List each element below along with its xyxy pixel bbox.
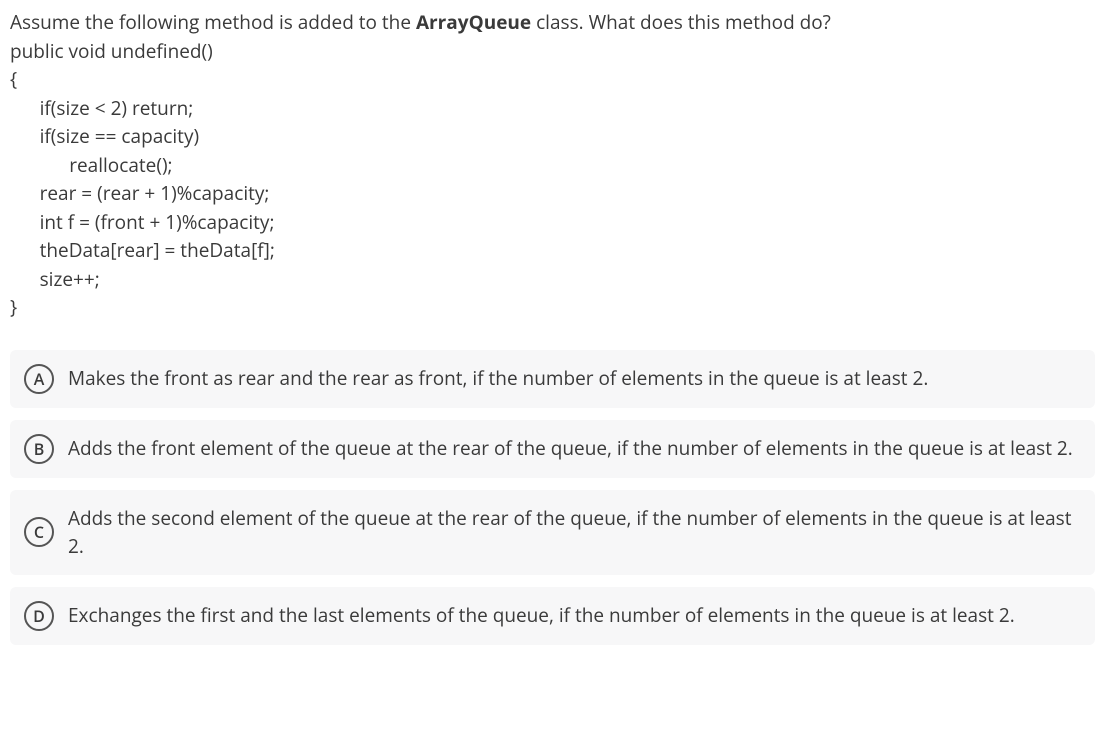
question-intro-post: class. What does this method do? — [531, 9, 831, 35]
option-b[interactable]: B Adds the front element of the queue at… — [10, 420, 1095, 478]
option-a[interactable]: A Makes the front as rear and the rear a… — [10, 350, 1095, 408]
question-bold-class: ArrayQueue — [416, 9, 531, 35]
option-text: Adds the front element of the queue at t… — [68, 434, 1081, 463]
question-intro-pre: Assume the following method is added to … — [10, 9, 416, 35]
question-container: Assume the following method is added to … — [0, 0, 1105, 665]
question-stem: Assume the following method is added to … — [10, 8, 1095, 37]
option-letter: A — [24, 364, 54, 394]
option-letter: B — [24, 434, 54, 464]
option-d[interactable]: D Exchanges the first and the last eleme… — [10, 587, 1095, 645]
option-text: Makes the front as rear and the rear as … — [68, 364, 1081, 393]
code-block: public void undefined() { if(size < 2) r… — [10, 37, 1095, 322]
option-text: Exchanges the first and the last element… — [68, 601, 1081, 630]
option-letter: D — [24, 601, 54, 631]
option-c[interactable]: C Adds the second element of the queue a… — [10, 490, 1095, 575]
option-letter: C — [24, 517, 54, 547]
option-text: Adds the second element of the queue at … — [68, 504, 1081, 561]
options-list: A Makes the front as rear and the rear a… — [10, 350, 1095, 645]
